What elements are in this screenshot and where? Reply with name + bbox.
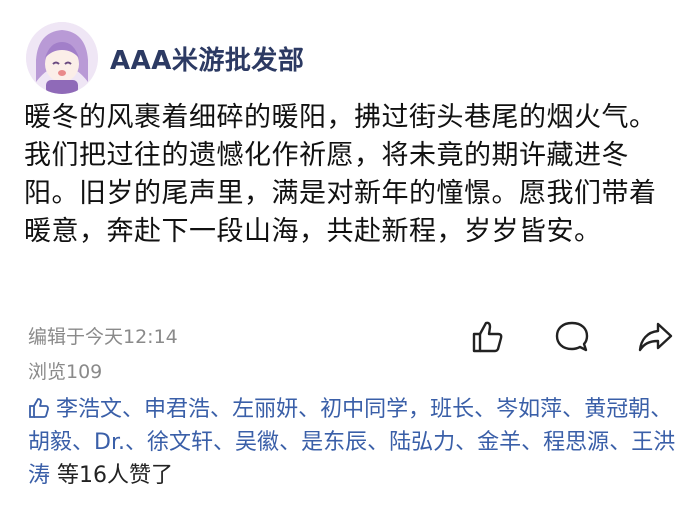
name-separator: 、 [521,430,544,455]
liker-name[interactable]: 是东辰 [301,430,367,455]
liker-name[interactable]: 吴徽 [235,430,279,455]
liker-name[interactable]: 徐文轩 [147,430,213,455]
edited-time: 编辑于今天12:14 [28,326,178,348]
name-separator: 、 [298,397,321,422]
avatar-image [26,22,98,94]
thumbs-up-icon [472,321,503,353]
name-separator: 、 [609,430,632,455]
post-content: 暖冬的风裹着细碎的暖阳，拂过街头巷尾的烟火气。我们把过往的遗憾化作祈愿，将未竟的… [24,102,657,247]
like-button[interactable] [458,315,518,359]
name-separator: 、 [213,430,236,455]
post-header: AAA米游批发部 [26,20,304,96]
name-separator: 、 [210,397,233,422]
liker-name[interactable]: Dr. [94,430,125,455]
name-separator: 、 [125,430,148,455]
liker-name[interactable]: 李浩文 [56,397,122,422]
liker-name[interactable]: 程思源 [543,430,609,455]
name-separator: 、 [474,397,497,422]
liker-name[interactable]: 初中同学 [320,397,408,422]
liker-name[interactable]: 岑如萍 [496,397,562,422]
share-arrow-icon [638,322,673,352]
name-separator: 、 [122,397,145,422]
avatar[interactable] [26,22,98,94]
liker-name[interactable]: 班长 [430,397,474,422]
liker-name[interactable]: 黄冠朝 [584,397,650,422]
name-separator: 、 [367,430,390,455]
comment-button[interactable] [542,315,602,359]
share-button[interactable] [626,315,686,359]
name-separator: 、 [455,430,478,455]
liker-name[interactable]: 金羊 [477,430,521,455]
liker-name[interactable]: 陆弘力 [389,430,455,455]
liker-name[interactable]: 申君浩 [144,397,210,422]
liker-name[interactable]: 胡毅 [28,430,72,455]
view-count: 浏览109 [28,361,103,383]
name-separator: 、 [562,397,585,422]
like-small-icon [29,398,49,418]
action-bar [458,315,686,359]
author-name[interactable]: AAA米游批发部 [110,40,304,77]
name-separator: ， [408,397,431,422]
name-separator: 、 [650,397,673,422]
comment-bubble-icon [555,321,589,352]
likes-summary: 等16人赞了 [57,463,174,488]
likes-list: 李浩文、申君浩、左丽妍、初中同学，班长、岑如萍、黄冠朝、胡毅、Dr.、徐文轩、吴… [28,393,678,492]
name-separator: 、 [279,430,302,455]
name-separator: 、 [72,430,95,455]
liker-name[interactable]: 左丽妍 [232,397,298,422]
